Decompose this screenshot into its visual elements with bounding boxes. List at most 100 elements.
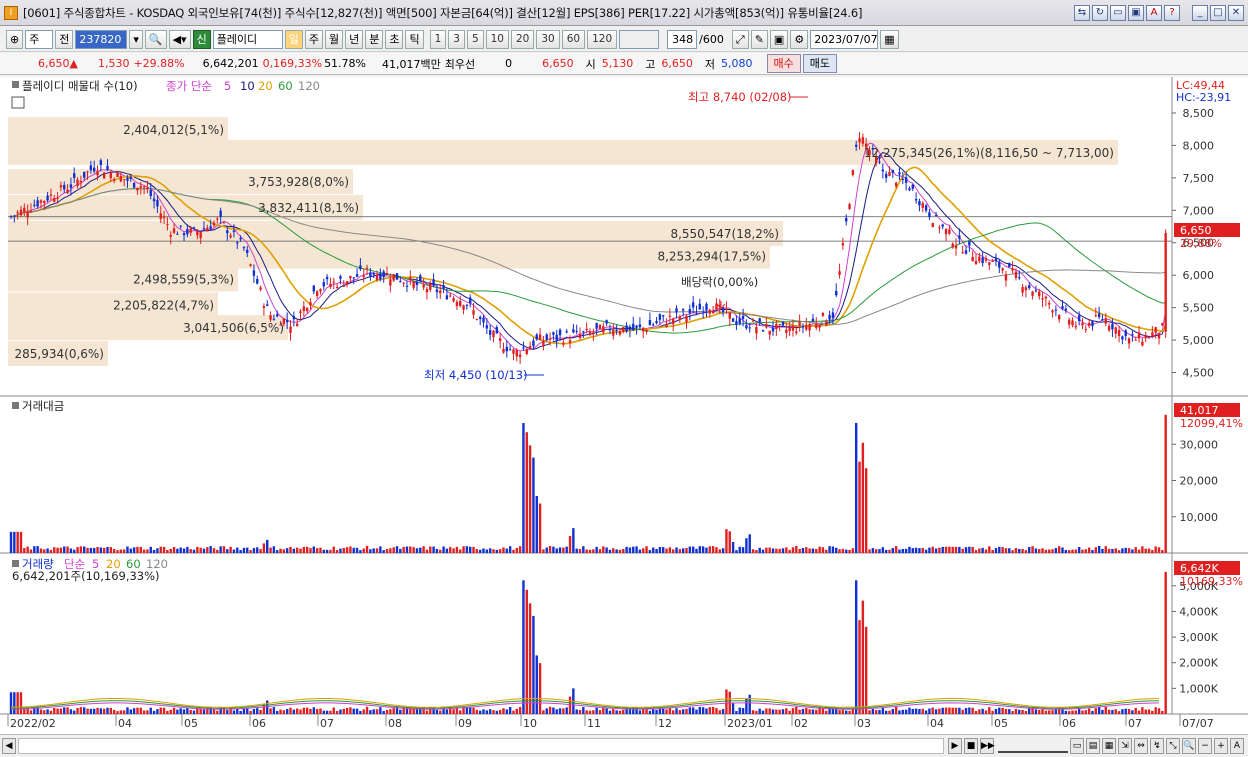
font-size-icon[interactable]: A <box>1230 738 1244 754</box>
interval-3[interactable]: 3 <box>448 30 465 49</box>
interval-20[interactable]: 20 <box>511 30 535 49</box>
amount-bar <box>811 548 815 553</box>
stock-type-icon[interactable]: ⊕ <box>6 30 24 49</box>
minimize-button[interactable]: _ <box>1192 5 1208 21</box>
amount-bar <box>66 546 69 553</box>
horizontal-scroll[interactable]: ◀ ▶ ■ ▶▶ ▭ ▤ ▦ ⇲ ⇔ ↯ ⤡ 🔍 − + A <box>0 734 1248 757</box>
candle-body <box>801 326 805 328</box>
amount-bar <box>1161 550 1164 553</box>
period-week-tab[interactable]: 주 <box>304 30 323 49</box>
candle-body <box>355 274 359 277</box>
price-tag: 6,650 <box>1180 224 1212 237</box>
date-input[interactable]: 2023/07/07 <box>810 30 879 49</box>
candle-body <box>931 223 934 228</box>
save-chart-icon[interactable]: ▣ <box>769 30 789 49</box>
volume-profile-label: 3,041,506(6,5%) <box>183 321 284 335</box>
volume-bar <box>172 707 176 714</box>
x-tick-label: 04 <box>118 717 132 730</box>
period-minute-tab[interactable]: 분 <box>365 30 384 49</box>
period-month-tab[interactable]: 월 <box>324 30 344 49</box>
period-year-tab[interactable]: 년 <box>345 30 364 49</box>
save-icon[interactable]: ▣ <box>1128 5 1144 21</box>
volume-bar <box>512 710 515 714</box>
amount-bar <box>182 548 186 553</box>
chart-tool-icon[interactable]: ⤢ <box>731 30 749 49</box>
volume-bar <box>528 603 532 714</box>
volume-tick-label: 4,000K <box>1179 605 1218 618</box>
settings-icon[interactable]: ⚙ <box>790 30 809 49</box>
interval-5[interactable]: 5 <box>466 30 484 49</box>
type-select[interactable]: 주 <box>25 30 54 49</box>
interval-10[interactable]: 10 <box>485 30 509 49</box>
zoom-icon[interactable]: 🔍 <box>1182 738 1196 754</box>
amount-bar <box>1064 549 1068 553</box>
tool-6-icon[interactable]: ↯ <box>1150 738 1164 754</box>
chart-svg[interactable]: 8,5008,0007,5007,0006,5006,0005,5005,000… <box>0 77 1248 734</box>
refresh-icon[interactable]: ↻ <box>1092 5 1108 21</box>
amount-bar <box>269 547 272 553</box>
volume-bar <box>731 702 735 714</box>
amount-bar <box>505 548 509 553</box>
chart-area[interactable]: 8,500 8,000 7,500 7,000 6,500 6,000 5,500 5,000… <box>0 77 1248 734</box>
tool-5-icon[interactable]: ⇔ <box>1134 738 1148 754</box>
amount-bar <box>229 546 232 553</box>
close-button[interactable]: ✕ <box>1228 5 1244 21</box>
search-icon[interactable]: 🔍 <box>144 30 167 49</box>
buy-button[interactable]: 매수 <box>766 54 801 73</box>
prev-button[interactable]: 전 <box>55 30 74 49</box>
amount-bar <box>1004 548 1008 553</box>
interval-input[interactable] <box>619 30 660 49</box>
play-icon[interactable]: ▶ <box>948 738 962 754</box>
scroll-left-icon[interactable]: ◀ <box>2 738 16 754</box>
stock-code-input[interactable]: 237820 <box>75 30 128 49</box>
zoom-slider[interactable] <box>998 739 1068 753</box>
candle-body <box>698 303 702 310</box>
amount-bar <box>152 549 156 553</box>
amount-bar <box>1144 548 1147 553</box>
candle-body <box>1154 327 1157 333</box>
count-input[interactable]: 348 <box>667 30 698 49</box>
volume-bar <box>1014 708 1018 714</box>
amount-bar <box>632 546 635 553</box>
candle-body <box>625 325 628 332</box>
tool-2-icon[interactable]: ▤ <box>1086 738 1100 754</box>
candle-body <box>39 200 43 203</box>
maximize-button[interactable]: □ <box>1210 5 1226 21</box>
amount-bar <box>968 546 971 553</box>
candle-body <box>83 171 86 178</box>
amount-bar <box>1024 550 1028 553</box>
zoom-in-icon[interactable]: + <box>1214 738 1228 754</box>
interval-120[interactable]: 120 <box>587 30 618 49</box>
period-tick-tab[interactable]: 틱 <box>405 30 424 49</box>
interval-60[interactable]: 60 <box>561 30 586 49</box>
stop-icon[interactable]: ■ <box>964 738 978 754</box>
interval-30[interactable]: 30 <box>536 30 560 49</box>
candle-body <box>562 342 565 345</box>
volume-bar <box>738 707 741 714</box>
period-day-tab[interactable]: 일 <box>284 30 303 49</box>
amount-bar <box>761 549 765 553</box>
scroll-track[interactable] <box>18 738 944 754</box>
candle-body <box>412 281 415 288</box>
pencil-icon[interactable]: ✎ <box>750 30 768 49</box>
amount-panel-title: 거래대금 <box>22 399 64 413</box>
volume-bar <box>49 710 53 714</box>
price-tick-label: 5,000 <box>1183 334 1215 347</box>
tool-7-icon[interactable]: ⤡ <box>1166 738 1180 754</box>
period-second-tab[interactable]: 초 <box>385 30 404 49</box>
dropdown-icon[interactable]: ▾ <box>129 30 143 49</box>
tool-1-icon[interactable]: ▭ <box>1070 738 1084 754</box>
tool-4-icon[interactable]: ⇲ <box>1118 738 1132 754</box>
fast-forward-icon[interactable]: ▶▶ <box>980 738 995 754</box>
calendar-icon[interactable]: ▦ <box>880 30 899 49</box>
window-icon[interactable]: ▭ <box>1110 5 1126 21</box>
sell-button[interactable]: 매도 <box>802 54 837 73</box>
link-icon[interactable]: ⇆ <box>1074 5 1090 21</box>
sound-icon[interactable]: ◀▾ <box>168 30 191 49</box>
font-icon[interactable]: A <box>1146 5 1162 21</box>
tool-3-icon[interactable]: ▦ <box>1102 738 1116 754</box>
zoom-out-icon[interactable]: − <box>1198 738 1212 754</box>
volume-bar <box>811 709 815 714</box>
interval-1[interactable]: 1 <box>429 30 447 49</box>
help-icon[interactable]: ? <box>1164 5 1180 21</box>
